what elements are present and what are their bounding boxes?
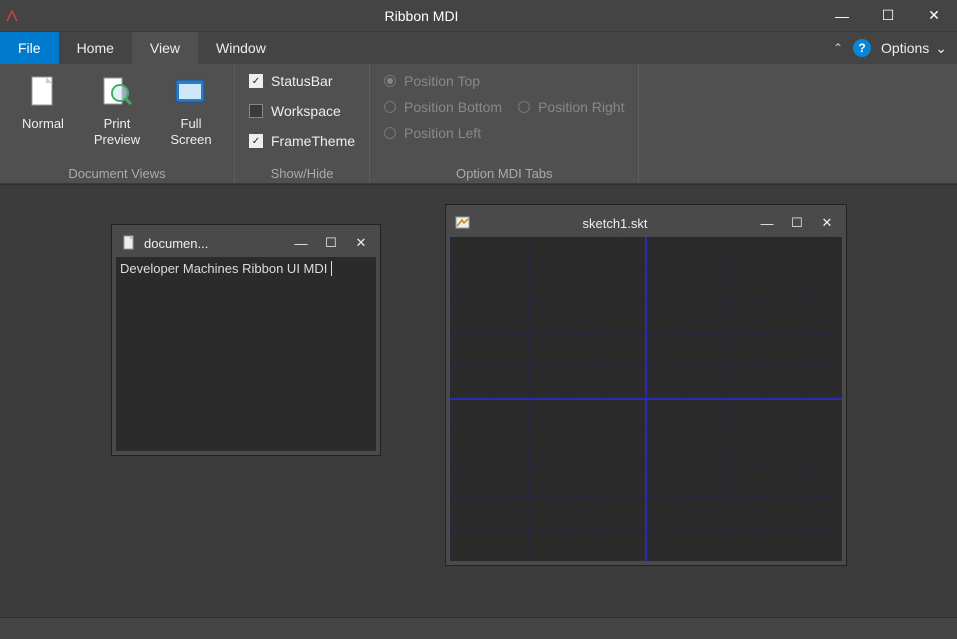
text-cursor <box>327 261 332 276</box>
group-caption-mdi-tabs: Option MDI Tabs <box>378 164 630 181</box>
ribbon-right-controls: ⌃ ? Options ⌄ <box>833 32 957 64</box>
workspace-checkbox[interactable]: Workspace <box>243 98 347 124</box>
child-maximize-button[interactable]: ☐ <box>316 229 346 257</box>
mdi-child-titlebar[interactable]: documen... — ☐ ✕ <box>116 229 376 257</box>
child-minimize-button[interactable]: — <box>752 209 782 237</box>
sketch-icon <box>450 216 476 230</box>
options-label: Options <box>881 40 929 56</box>
help-icon[interactable]: ? <box>853 39 871 57</box>
file-tab[interactable]: File <box>0 32 59 64</box>
normal-view-button[interactable]: Normal <box>8 68 78 132</box>
page-icon <box>25 74 61 110</box>
group-document-views: Normal Print Preview <box>0 64 235 183</box>
child-close-button[interactable]: ✕ <box>812 209 842 237</box>
options-dropdown[interactable]: Options ⌄ <box>881 40 947 57</box>
tab-window[interactable]: Window <box>198 32 284 64</box>
mdi-child-document[interactable]: documen... — ☐ ✕ Developer Machines Ribb… <box>112 225 380 455</box>
mdi-child-title: documen... <box>142 236 286 251</box>
position-bottom-radio[interactable]: Position Bottom <box>378 94 508 120</box>
titlebar: Ribbon MDI — ☐ ✕ <box>0 0 957 32</box>
ribbon-body: Normal Print Preview <box>0 64 957 184</box>
group-mdi-tabs: Position Top Position Bottom Position Le… <box>370 64 639 183</box>
chevron-down-icon: ⌄ <box>935 40 947 57</box>
frametheme-checkbox[interactable]: ✓ FrameTheme <box>243 128 361 154</box>
group-caption-document-views: Document Views <box>8 164 226 181</box>
mdi-child-sketch[interactable]: sketch1.skt — ☐ ✕ <box>446 205 846 565</box>
close-button[interactable]: ✕ <box>911 0 957 31</box>
maximize-button[interactable]: ☐ <box>865 0 911 31</box>
radio-unselected-icon <box>384 127 396 139</box>
ribbon-tab-row: File Home View Window ⌃ ? Options ⌄ <box>0 32 957 64</box>
collapse-ribbon-icon[interactable]: ⌃ <box>833 41 843 55</box>
document-text: Developer Machines Ribbon UI MDI <box>120 261 327 276</box>
full-screen-button[interactable]: Full Screen <box>156 68 226 147</box>
window-title: Ribbon MDI <box>24 8 819 24</box>
radio-selected-icon <box>384 75 396 87</box>
status-bar <box>0 617 957 639</box>
app-icon <box>0 0 24 31</box>
mdi-area: documen... — ☐ ✕ Developer Machines Ribb… <box>0 184 957 617</box>
radio-unselected-icon <box>384 101 396 113</box>
statusbar-checkbox[interactable]: ✓ StatusBar <box>243 68 338 94</box>
fullscreen-icon <box>173 74 209 110</box>
position-top-radio[interactable]: Position Top <box>378 68 508 94</box>
child-minimize-button[interactable]: — <box>286 229 316 257</box>
tab-home[interactable]: Home <box>59 32 132 64</box>
checkbox-checked-icon: ✓ <box>249 74 263 88</box>
window-controls: — ☐ ✕ <box>819 0 957 31</box>
print-preview-button[interactable]: Print Preview <box>82 68 152 147</box>
group-caption-show-hide: Show/Hide <box>243 164 361 181</box>
child-maximize-button[interactable]: ☐ <box>782 209 812 237</box>
checkbox-unchecked-icon <box>249 104 263 118</box>
group-show-hide: ✓ StatusBar Workspace ✓ FrameTheme Show/… <box>235 64 370 183</box>
radio-unselected-icon <box>518 101 530 113</box>
child-close-button[interactable]: ✕ <box>346 229 376 257</box>
sketch-canvas[interactable] <box>450 237 842 561</box>
position-left-radio[interactable]: Position Left <box>378 120 508 146</box>
magnifier-page-icon <box>99 74 135 110</box>
minimize-button[interactable]: — <box>819 0 865 31</box>
mdi-child-titlebar[interactable]: sketch1.skt — ☐ ✕ <box>450 209 842 237</box>
position-right-radio[interactable]: Position Right <box>512 94 630 120</box>
text-editor-area[interactable]: Developer Machines Ribbon UI MDI <box>116 257 376 451</box>
tab-view[interactable]: View <box>132 32 198 64</box>
checkbox-checked-icon: ✓ <box>249 134 263 148</box>
document-icon <box>116 235 142 251</box>
mdi-child-title: sketch1.skt <box>476 216 752 231</box>
